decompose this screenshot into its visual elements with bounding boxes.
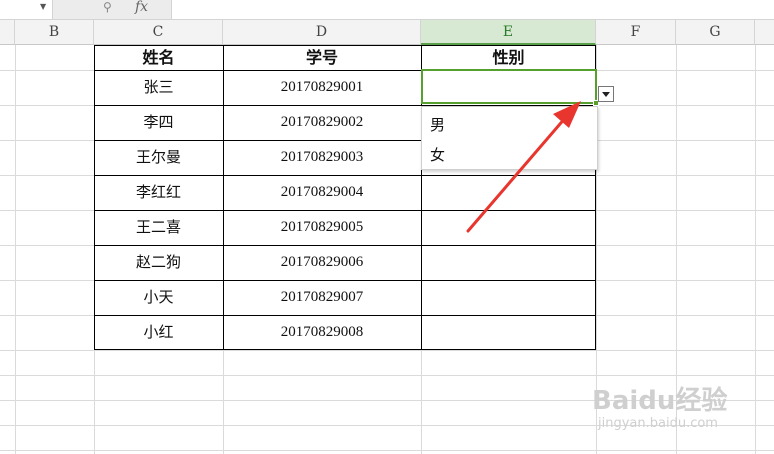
- baidu-watermark: Baidu经验 jingyan.baidu.com: [592, 372, 772, 452]
- watermark-logo: Baidu经验: [592, 386, 728, 416]
- watermark-url: jingyan.baidu.com: [598, 416, 718, 431]
